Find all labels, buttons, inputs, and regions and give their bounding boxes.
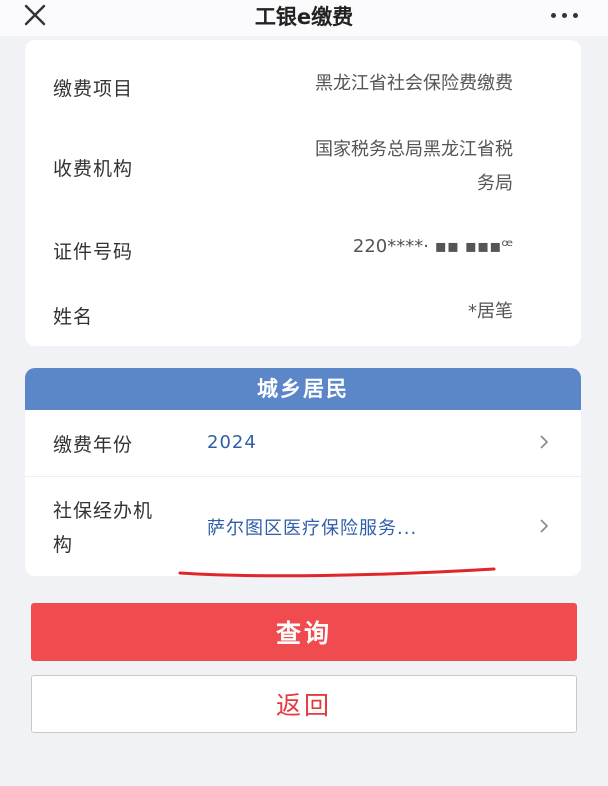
id-number-value: 220****· ▪▪ ▪▪▪ꟹ bbox=[352, 236, 513, 257]
office-value: 萨尔图区医疗保险服务... bbox=[207, 518, 418, 539]
page-title: 工银e缴费 bbox=[254, 5, 354, 29]
office-label-line1: 社保经办机 bbox=[53, 500, 154, 522]
id-number-label: 证件号码 bbox=[53, 241, 134, 263]
year-label: 缴费年份 bbox=[53, 434, 134, 456]
resident-card: 缴费年份 2024 社保经办机 构 萨尔图区医疗保险服务... bbox=[25, 410, 581, 576]
agency-value-line1: 国家税务总局黑龙江省税 bbox=[315, 139, 513, 160]
query-button[interactable]: 查询 bbox=[31, 603, 577, 661]
resident-section-header: 城乡居民 bbox=[25, 368, 581, 410]
name-label: 姓名 bbox=[53, 306, 94, 328]
name-value: *居笔 bbox=[468, 301, 513, 322]
more-icon[interactable] bbox=[551, 13, 578, 18]
annotation-underline bbox=[178, 567, 496, 578]
back-button[interactable]: 返回 bbox=[31, 675, 577, 733]
agency-label: 收费机构 bbox=[53, 158, 134, 180]
row-divider bbox=[25, 476, 581, 477]
chevron-right-icon bbox=[540, 519, 549, 533]
office-label-line2: 构 bbox=[53, 534, 74, 556]
agency-value-line2: 务局 bbox=[477, 173, 513, 194]
title-bar: 工银e缴费 bbox=[0, 0, 608, 36]
year-row[interactable]: 缴费年份 2024 bbox=[25, 410, 581, 476]
payment-info-card: 缴费项目 黑龙江省社会保险费缴费 收费机构 国家税务总局黑龙江省税 务局 证件号… bbox=[25, 40, 581, 346]
year-value: 2024 bbox=[207, 432, 257, 453]
payment-item-value: 黑龙江省社会保险费缴费 bbox=[315, 73, 513, 94]
chevron-right-icon bbox=[540, 435, 549, 449]
payment-item-label: 缴费项目 bbox=[53, 78, 134, 100]
